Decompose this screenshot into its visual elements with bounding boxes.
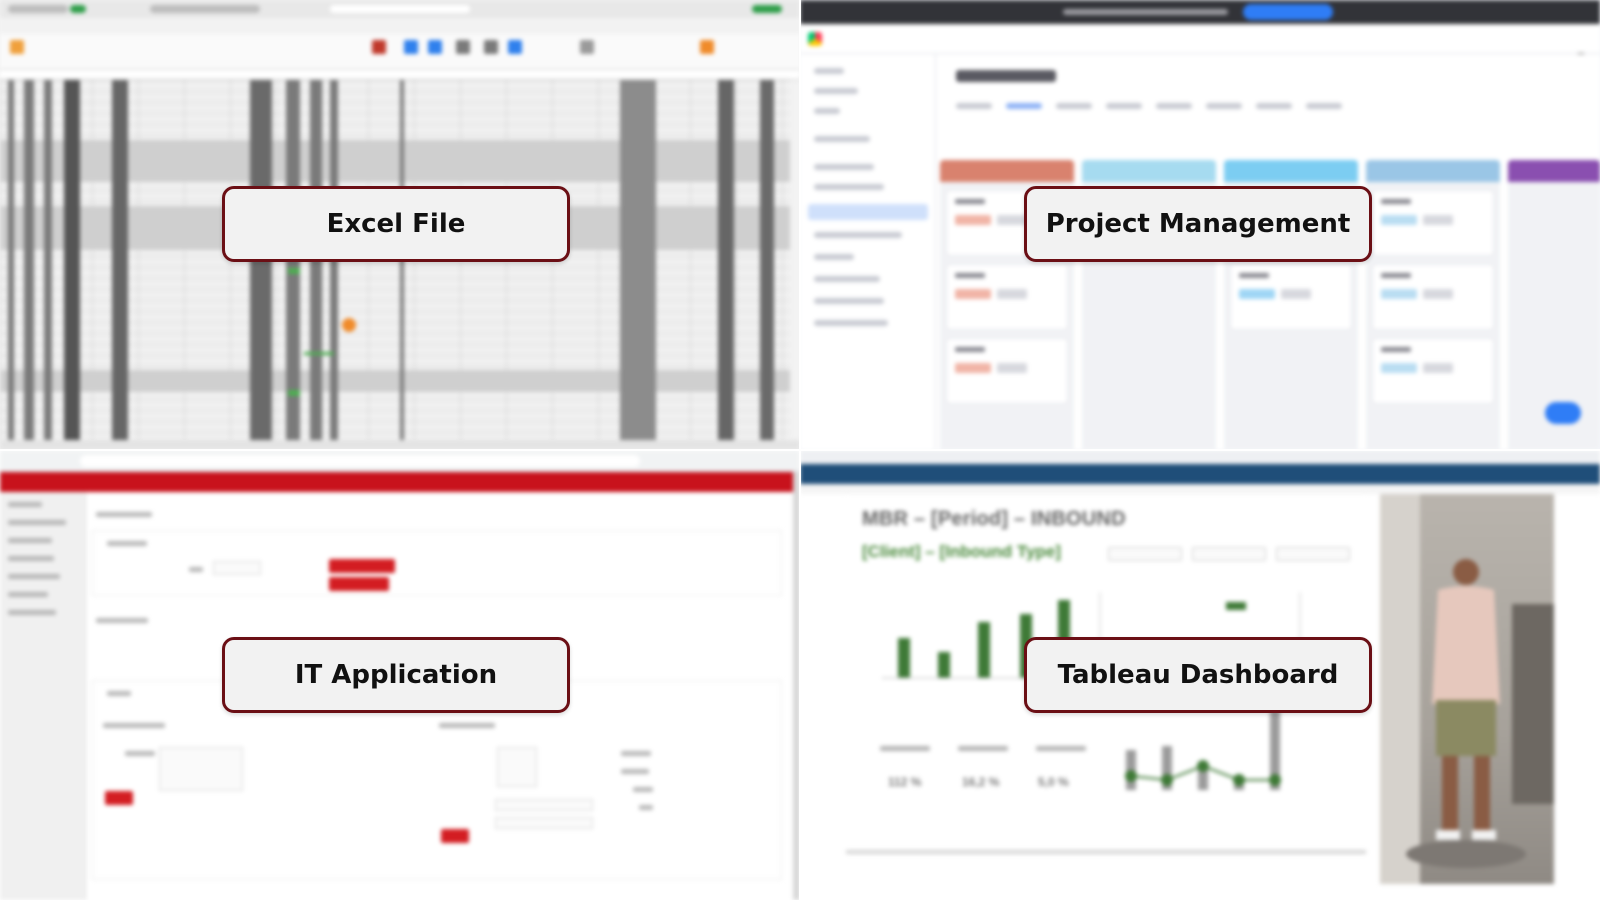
pm-notification-bar <box>800 0 1600 24</box>
pm-sidebar[interactable] <box>800 54 936 450</box>
chart-bar <box>938 652 950 678</box>
project-management-label: Project Management <box>1024 186 1372 262</box>
monday-logo-icon <box>808 32 822 46</box>
tableau-tabs[interactable] <box>800 484 1600 494</box>
it-application-label: IT Application <box>222 637 570 713</box>
chart-bar <box>898 638 910 678</box>
pm-task-card[interactable] <box>1230 264 1352 330</box>
filter-dropdown[interactable] <box>1192 547 1266 561</box>
pm-task-card[interactable] <box>946 264 1068 330</box>
model-photo <box>1380 494 1554 884</box>
it-to-date-field[interactable] <box>495 817 593 829</box>
kpi-value: 5,0 % <box>1038 775 1069 789</box>
pm-task-card[interactable] <box>1372 338 1494 404</box>
pm-help-button[interactable] <box>1545 402 1581 424</box>
it-url-field[interactable] <box>80 455 640 467</box>
it-app-header <box>0 472 793 492</box>
tableau-dashboard-label: Tableau Dashboard <box>1024 637 1372 713</box>
chart-point <box>1233 774 1245 786</box>
pm-notification-button[interactable] <box>1243 4 1333 20</box>
pm-view-tabs[interactable] <box>956 96 1396 109</box>
it-sidebar[interactable] <box>0 492 86 900</box>
tableau-browser-bar <box>800 450 1600 464</box>
chart-point <box>1269 774 1281 786</box>
chart-point <box>1161 774 1173 786</box>
it-panel <box>92 530 782 596</box>
pm-task-card[interactable] <box>946 338 1068 404</box>
excel-cursor-marker <box>342 318 356 332</box>
it-browser-bar <box>0 450 800 472</box>
it-status-listbox[interactable] <box>497 747 537 787</box>
chart-point <box>1125 770 1137 782</box>
it-search-button-2[interactable] <box>441 829 469 843</box>
pm-header <box>800 24 1600 73</box>
pm-board-title <box>956 70 1056 82</box>
quadrant-divider <box>0 449 1600 451</box>
filter-dropdown[interactable] <box>1108 547 1182 561</box>
it-search-button[interactable] <box>105 791 133 805</box>
chart-bar <box>978 622 990 678</box>
kpi-value: 112 % <box>888 775 922 789</box>
excel-ribbon[interactable] <box>0 34 800 70</box>
filter-dropdown[interactable] <box>1276 547 1350 561</box>
it-action-button[interactable] <box>329 559 395 573</box>
excel-ribbon-tabs[interactable] <box>0 18 800 34</box>
excel-title-bar <box>0 0 800 18</box>
excel-formula-bar[interactable] <box>0 70 800 80</box>
it-action-button[interactable] <box>329 577 389 591</box>
pm-task-card[interactable] <box>1372 190 1494 256</box>
dashboard-subtitle: [Client] – [Inbound Type] <box>862 542 1061 561</box>
tableau-scrollbar[interactable] <box>846 850 1366 854</box>
pm-kanban-column <box>1366 160 1500 450</box>
tableau-toolbar[interactable] <box>800 464 1600 484</box>
it-date-field[interactable] <box>213 561 261 575</box>
it-from-date-field[interactable] <box>495 799 593 811</box>
bottom-right-combo-chart <box>1125 710 1281 790</box>
excel-file-label: Excel File <box>222 186 570 262</box>
dashboard-title: MBR – [Period] – INBOUND <box>862 508 1126 530</box>
it-reference-textarea[interactable] <box>159 747 243 791</box>
pm-task-card[interactable] <box>1372 264 1494 330</box>
kpi-value: 16,2 % <box>962 775 1000 789</box>
chart-point <box>1197 760 1209 772</box>
chart-bar <box>1226 602 1246 610</box>
